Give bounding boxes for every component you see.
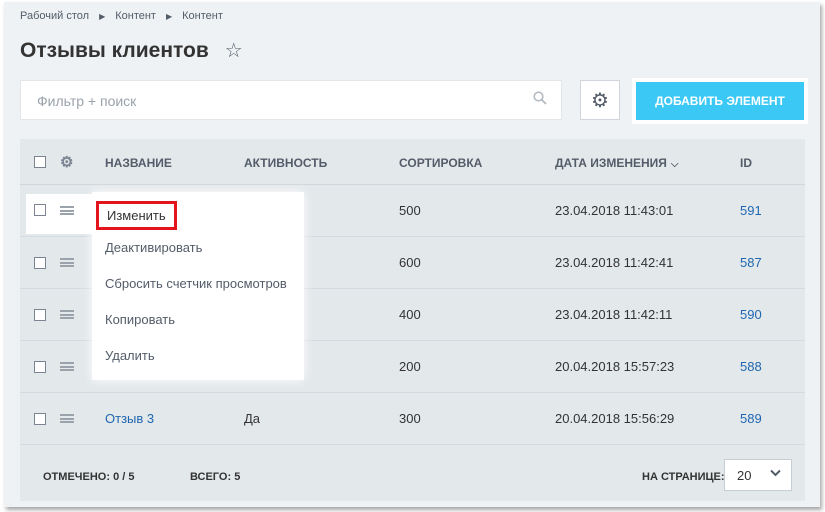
menu-item-deactivate[interactable]: Деактивировать <box>105 240 202 255</box>
cell-sort: 200 <box>399 359 421 374</box>
table-header: ⚙ НАЗВАНИЕ АКТИВНОСТЬ СОРТИРОВКА ДАТА ИЗ… <box>20 139 805 185</box>
column-header-id[interactable]: ID <box>740 156 752 170</box>
per-page-value: 20 <box>737 467 752 483</box>
hamburger-icon[interactable] <box>60 258 74 267</box>
cell-id-link[interactable]: 589 <box>740 411 762 426</box>
breadcrumb-item-content-current[interactable]: Контент <box>182 10 223 22</box>
selected-count: ОТМЕЧЕНО: 0 / 5 <box>43 471 134 483</box>
column-header-activity[interactable]: АКТИВНОСТЬ <box>244 156 327 170</box>
chevron-down-icon: ⌵ <box>670 159 679 170</box>
app-frame: Рабочий стол ▶ Контент ▶ Контент Отзывы … <box>4 2 820 507</box>
cell-date: 23.04.2018 11:42:41 <box>555 255 674 270</box>
hamburger-icon[interactable] <box>60 206 74 215</box>
column-header-name[interactable]: НАЗВАНИЕ <box>105 156 172 170</box>
add-element-button[interactable]: ДОБАВИТЬ ЭЛЕМЕНТ <box>636 82 804 120</box>
page-title: Отзывы клиентов <box>20 38 209 62</box>
total-label: ВСЕГО: <box>190 471 232 483</box>
filter-placeholder: Фильтр + поиск <box>37 93 137 109</box>
row-checkbox[interactable] <box>34 413 46 425</box>
cell-id-link[interactable]: 590 <box>740 307 762 322</box>
selected-label: ОТМЕЧЕНО: <box>43 471 111 483</box>
hamburger-icon[interactable] <box>60 310 74 319</box>
grid-footer: ОТМЕЧЕНО: 0 / 5 ВСЕГО: 5 НА СТРАНИЦЕ: 20 <box>20 449 805 501</box>
column-header-date[interactable]: ДАТА ИЗМЕНЕНИЯ ⌵ <box>555 156 679 170</box>
cell-name-link[interactable]: Отзыв 3 <box>105 411 154 426</box>
star-icon[interactable]: ☆ <box>225 38 243 63</box>
per-page-select[interactable]: 20 <box>724 459 792 491</box>
hamburger-icon[interactable] <box>60 362 74 371</box>
cell-sort: 400 <box>399 307 421 322</box>
settings-button[interactable]: ⚙ <box>580 80 620 120</box>
breadcrumb: Рабочий стол ▶ Контент ▶ Контент <box>20 10 223 22</box>
total-count: ВСЕГО: 5 <box>190 471 240 483</box>
select-all-checkbox[interactable] <box>34 156 46 168</box>
cell-sort: 600 <box>399 255 421 270</box>
row-actions-highlight <box>26 194 94 234</box>
breadcrumb-item-content[interactable]: Контент <box>115 10 156 22</box>
breadcrumb-item-desktop[interactable]: Рабочий стол <box>20 10 89 22</box>
menu-item-copy[interactable]: Копировать <box>105 312 175 327</box>
menu-item-edit[interactable]: Изменить <box>96 201 177 230</box>
cell-date: 20.04.2018 15:57:23 <box>555 359 675 374</box>
chevron-right-icon: ▶ <box>165 11 173 21</box>
row-checkbox[interactable] <box>34 204 46 216</box>
cell-activity: Да <box>244 411 261 426</box>
column-header-sort[interactable]: СОРТИРОВКА <box>399 156 482 170</box>
cell-sort: 500 <box>399 203 421 218</box>
cell-date: 23.04.2018 11:43:01 <box>555 203 674 218</box>
per-page-label: НА СТРАНИЦЕ: <box>642 471 725 483</box>
gear-icon[interactable]: ⚙ <box>60 153 73 171</box>
column-header-date-label: ДАТА ИЗМЕНЕНИЯ <box>555 156 667 170</box>
hamburger-icon[interactable] <box>60 414 74 423</box>
context-menu: Изменить Деактивировать Сбросить счетчик… <box>92 192 304 380</box>
row-checkbox[interactable] <box>34 361 46 373</box>
cell-date: 20.04.2018 15:56:29 <box>555 411 675 426</box>
table-row[interactable]: Отзыв 3 Да 300 20.04.2018 15:56:29 589 <box>20 393 805 445</box>
selected-value: 0 / 5 <box>113 471 135 483</box>
menu-item-delete[interactable]: Удалить <box>105 348 155 363</box>
cell-id-link[interactable]: 588 <box>740 359 762 374</box>
search-icon[interactable] <box>533 91 547 109</box>
chevron-down-icon <box>770 468 781 480</box>
chevron-right-icon: ▶ <box>99 11 106 21</box>
row-checkbox[interactable] <box>34 309 46 321</box>
cell-sort: 300 <box>399 411 421 426</box>
total-value: 5 <box>234 471 241 483</box>
title-row: Отзывы клиентов ☆ <box>20 38 243 63</box>
add-element-button-highlight: ДОБАВИТЬ ЭЛЕМЕНТ <box>632 78 808 124</box>
filter-search-input[interactable]: Фильтр + поиск <box>20 80 562 120</box>
gear-icon: ⚙ <box>591 89 609 112</box>
menu-item-reset-views[interactable]: Сбросить счетчик просмотров <box>105 276 287 291</box>
cell-date: 23.04.2018 11:42:11 <box>555 307 673 322</box>
cell-id-link[interactable]: 591 <box>740 203 762 218</box>
cell-id-link[interactable]: 587 <box>740 255 762 270</box>
row-checkbox[interactable] <box>34 257 46 269</box>
